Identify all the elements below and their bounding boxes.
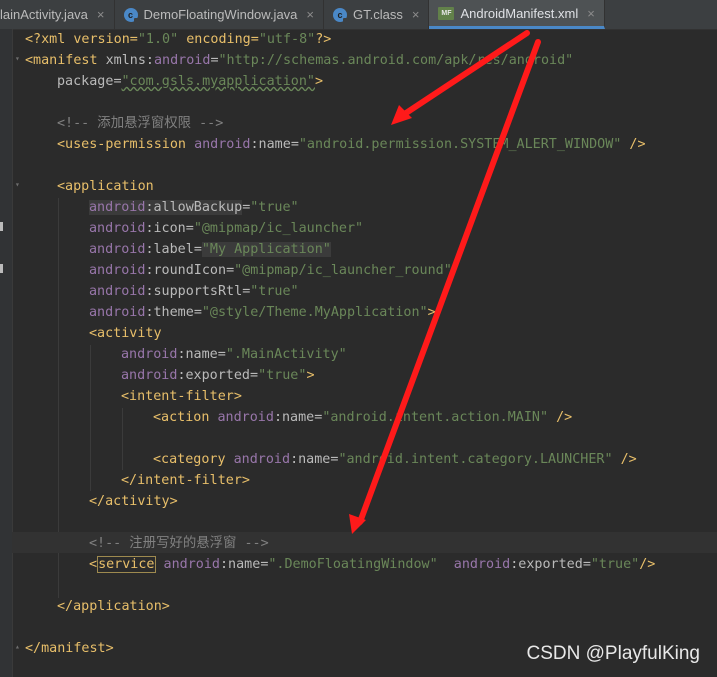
manifest-file-icon: MF bbox=[438, 6, 455, 20]
code-line-23: </activity> bbox=[89, 494, 178, 509]
gutter-change-marker bbox=[0, 264, 3, 273]
arrow-to-permission bbox=[397, 30, 530, 120]
code-line-22: </intent-filter> bbox=[121, 473, 250, 488]
tab-label: GT.class bbox=[353, 7, 403, 22]
gutter-change-marker bbox=[0, 222, 3, 231]
java-class-icon: c bbox=[123, 7, 140, 24]
watermark: CSDN @PlayfulKing bbox=[526, 643, 700, 664]
indent-guide bbox=[90, 345, 91, 491]
tab-label: AndroidManifest.xml bbox=[460, 5, 579, 21]
code-line-26: <service android:name=".DemoFloatingWind… bbox=[89, 556, 656, 573]
tab-demo-floating-window[interactable]: c DemoFloatingWindow.java × bbox=[115, 0, 324, 29]
code-line-15: <activity bbox=[89, 326, 162, 341]
code-line-6: <uses-permission android:name="android.p… bbox=[57, 137, 646, 152]
code-line-17: android:exported="true"> bbox=[121, 368, 315, 383]
code-line-10: android:icon="@mipmap/ic_launcher" bbox=[89, 221, 364, 236]
tab-android-manifest[interactable]: MF AndroidManifest.xml × bbox=[429, 0, 605, 29]
code-line-8: <application bbox=[57, 179, 154, 194]
fold-icon[interactable]: ▴ bbox=[15, 643, 23, 651]
indent-guide bbox=[122, 408, 123, 470]
code-line-12: android:roundIcon="@mipmap/ic_launcher_r… bbox=[89, 263, 452, 278]
arrowhead-icon bbox=[391, 105, 412, 125]
code-line-14: android:theme="@style/Theme.MyApplicatio… bbox=[89, 305, 436, 320]
code-line-19: <action android:name="android.intent.act… bbox=[153, 410, 573, 425]
code-line-5: <!-- 添加悬浮窗权限 --> bbox=[57, 116, 224, 131]
tab-label: lainActivity.java bbox=[0, 7, 88, 22]
code-line-28: </application> bbox=[57, 599, 170, 614]
fold-icon[interactable]: ▾ bbox=[15, 181, 23, 189]
close-icon[interactable]: × bbox=[587, 6, 595, 21]
arrowhead-icon bbox=[349, 514, 366, 534]
code-line-16: android:name=".MainActivity" bbox=[121, 347, 347, 362]
code-line-11: android:label="My Application" bbox=[89, 242, 331, 257]
editor-gutter[interactable] bbox=[0, 29, 13, 677]
tab-main-activity[interactable]: lainActivity.java × bbox=[0, 0, 115, 29]
code-line-25: <!-- 注册写好的悬浮窗 --> bbox=[89, 536, 269, 551]
tab-gt-class[interactable]: c GT.class × bbox=[324, 0, 430, 29]
tab-label: DemoFloatingWindow.java bbox=[143, 7, 298, 22]
code-line-13: android:supportsRtl="true" bbox=[89, 284, 299, 299]
code-line-1: <?xml version="1.0" encoding="utf-8"?> bbox=[25, 32, 332, 47]
code-line-9: android:allowBackup="true" bbox=[89, 200, 299, 215]
fold-icon[interactable]: ▾ bbox=[15, 55, 23, 63]
java-class-icon: c bbox=[333, 7, 349, 24]
close-icon[interactable]: × bbox=[306, 7, 314, 22]
editor-tab-bar: lainActivity.java × c DemoFloatingWindow… bbox=[0, 0, 717, 30]
code-line-30: </manifest> bbox=[25, 641, 114, 656]
code-line-3: package="com.gsls.myapplication"> bbox=[57, 74, 324, 89]
close-icon[interactable]: × bbox=[412, 7, 420, 22]
code-line-2: <manifest xmlns:android="http://schemas.… bbox=[25, 53, 574, 68]
code-line-21: <category android:name="android.intent.c… bbox=[153, 452, 637, 467]
close-icon[interactable]: × bbox=[97, 7, 105, 22]
code-line-18: <intent-filter> bbox=[121, 389, 242, 404]
